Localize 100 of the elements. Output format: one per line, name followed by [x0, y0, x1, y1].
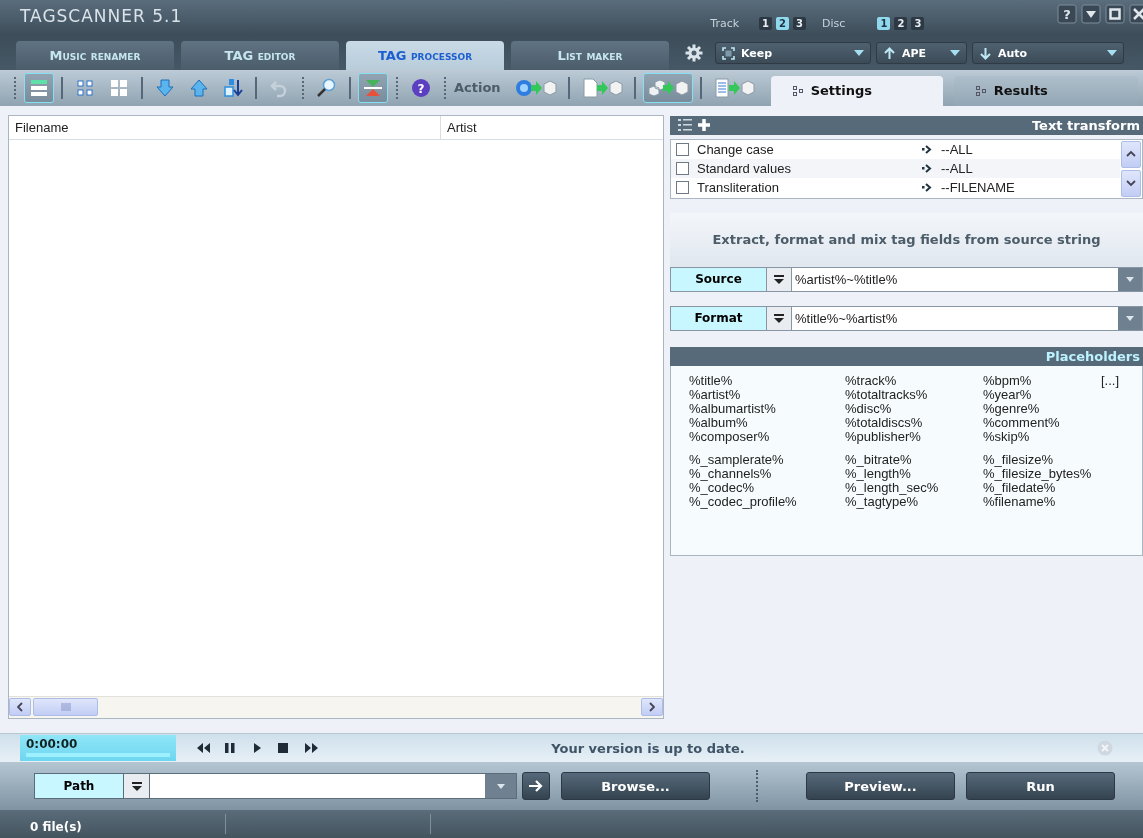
caret-icon[interactable]	[1126, 315, 1134, 321]
close-icon[interactable]	[1129, 4, 1143, 24]
more-link[interactable]: [...]	[1101, 373, 1142, 444]
panel-tab[interactable]: Settings	[770, 75, 943, 106]
scroll-up-button[interactable]	[1121, 140, 1141, 168]
gear-icon[interactable]	[685, 44, 703, 62]
go-button[interactable]	[522, 772, 550, 801]
dropdown[interactable]: Keep	[715, 42, 871, 64]
dropdown[interactable]: Auto	[972, 42, 1124, 64]
path-field[interactable]: Path	[34, 773, 517, 800]
pause-icon[interactable]	[223, 742, 238, 755]
scroll-right-button[interactable]	[641, 698, 663, 717]
placeholder-item[interactable]: %_bitrate%	[845, 452, 983, 467]
column-header[interactable]: Artist	[441, 115, 483, 139]
placeholder-item[interactable]: %genre%	[983, 401, 1101, 416]
placeholder-item[interactable]: %_filesize_bytes%	[983, 466, 1101, 481]
mode-tab[interactable]: Music renamer	[16, 41, 174, 70]
placeholder-item[interactable]: %_tagtype%	[845, 494, 983, 509]
number-toggle[interactable]: 1	[759, 17, 773, 30]
option-label: Change case	[697, 141, 775, 157]
selector-label: Disc	[822, 17, 846, 30]
placeholder-item[interactable]: %album%	[689, 415, 845, 430]
placeholder-item[interactable]: %_codec_profile%	[689, 494, 845, 509]
placeholder-item[interactable]: %comment%	[983, 415, 1101, 430]
action-button[interactable]: Browse...	[561, 772, 710, 801]
dropdown[interactable]: APE	[876, 42, 967, 64]
file-to-box-icon	[580, 76, 623, 99]
rewind-icon[interactable]	[196, 742, 211, 755]
placeholder-item[interactable]: %track%	[845, 373, 983, 388]
option-label: Transliteration	[697, 179, 780, 195]
dropdown-icon[interactable]	[1081, 4, 1101, 24]
checkbox[interactable]	[676, 161, 689, 175]
panel-tab[interactable]: Results	[953, 75, 1138, 106]
placeholder-item[interactable]: %_codec%	[689, 480, 845, 495]
caret-icon[interactable]	[1126, 276, 1134, 282]
placeholder-item[interactable]: %publisher%	[845, 429, 983, 444]
checkbox[interactable]	[676, 142, 689, 156]
menu-icon[interactable]	[774, 313, 784, 323]
input-field[interactable]: Source %artist%~%title%	[670, 266, 1143, 292]
placeholder-item[interactable]: %_filesize%	[983, 452, 1101, 467]
mode-tab[interactable]: List maker	[511, 41, 669, 70]
number-toggle[interactable]: 3	[793, 17, 807, 30]
action-button[interactable]: Preview...	[806, 772, 955, 801]
list-view-button[interactable]	[24, 72, 54, 103]
toolbar-label: Action	[454, 80, 501, 96]
number-toggle[interactable]: 2	[776, 17, 790, 30]
field-label: Source	[671, 267, 767, 291]
help-icon[interactable]: ?	[1057, 4, 1077, 24]
plus-icon[interactable]	[698, 119, 710, 132]
split-button[interactable]	[358, 72, 388, 103]
document-to-box-icon	[712, 76, 755, 99]
placeholder-item[interactable]: %totaldiscs%	[845, 415, 983, 430]
scroll-thumb[interactable]	[33, 698, 98, 717]
list-icon[interactable]	[678, 119, 692, 132]
action-button[interactable]: Run	[966, 772, 1115, 801]
mode-tab[interactable]: TAG processor	[346, 41, 504, 70]
placeholder-item[interactable]: %composer%	[689, 429, 845, 444]
section-title: Text transform	[1031, 117, 1140, 133]
placeholder-item[interactable]: %artist%	[689, 387, 845, 402]
placeholder-item[interactable]: %albumartist%	[689, 401, 845, 416]
target-label: --ALL	[941, 160, 973, 176]
selector-label: Track	[710, 17, 740, 30]
placeholder-item[interactable]: %totaltracks%	[845, 387, 983, 402]
placeholder-item[interactable]: %_filedate%	[983, 480, 1101, 495]
placeholder-item[interactable]: %title%	[689, 373, 845, 388]
placeholder-item[interactable]: %filename%	[983, 494, 1101, 509]
grip-icon	[60, 703, 71, 712]
placeholder-item[interactable]: %skip%	[983, 429, 1101, 444]
scroll-left-button[interactable]	[9, 698, 31, 717]
checkbox[interactable]	[676, 180, 689, 194]
column-header[interactable]: Filename	[9, 115, 441, 139]
arrow-down-icon	[979, 46, 992, 60]
placeholder-item[interactable]: %disc%	[845, 401, 983, 416]
number-toggle[interactable]: 1	[877, 17, 891, 30]
boxes-to-box-button[interactable]	[642, 72, 693, 103]
scroll-down-button[interactable]	[1121, 169, 1141, 197]
placeholder-item[interactable]: %year%	[983, 387, 1101, 402]
input-field[interactable]: Format %title%~%artist%	[670, 305, 1143, 331]
chevron-right-icon	[649, 702, 655, 713]
app-title: TAGSCANNER 5.1	[19, 5, 183, 26]
placeholder-item[interactable]: %_samplerate%	[689, 452, 845, 467]
fast-forward-icon[interactable]	[304, 742, 319, 755]
number-toggle[interactable]: 3	[911, 17, 925, 30]
section-heading: Extract, format and mix tag fields from source string	[670, 212, 1143, 267]
placeholder-item[interactable]: %_channels%	[689, 466, 845, 481]
field-label: Format	[671, 306, 767, 330]
field-label: Path	[35, 774, 124, 799]
placeholder-item[interactable]: %bpm%	[983, 373, 1101, 388]
mode-tab[interactable]: TAG editor	[181, 41, 339, 70]
menu-icon[interactable]	[774, 274, 784, 284]
option-label: Standard values	[697, 160, 792, 176]
caret-icon[interactable]	[496, 783, 505, 789]
maximize-icon[interactable]	[1105, 4, 1125, 24]
arrow-right-icon	[922, 163, 933, 173]
placeholder-item[interactable]: %_length_sec%	[845, 480, 983, 495]
placeholder-item[interactable]: %_length%	[845, 466, 983, 481]
arrow-down-icon	[154, 76, 176, 99]
menu-icon[interactable]	[131, 781, 142, 791]
chevron-left-icon	[17, 702, 23, 713]
number-toggle[interactable]: 2	[894, 17, 908, 30]
